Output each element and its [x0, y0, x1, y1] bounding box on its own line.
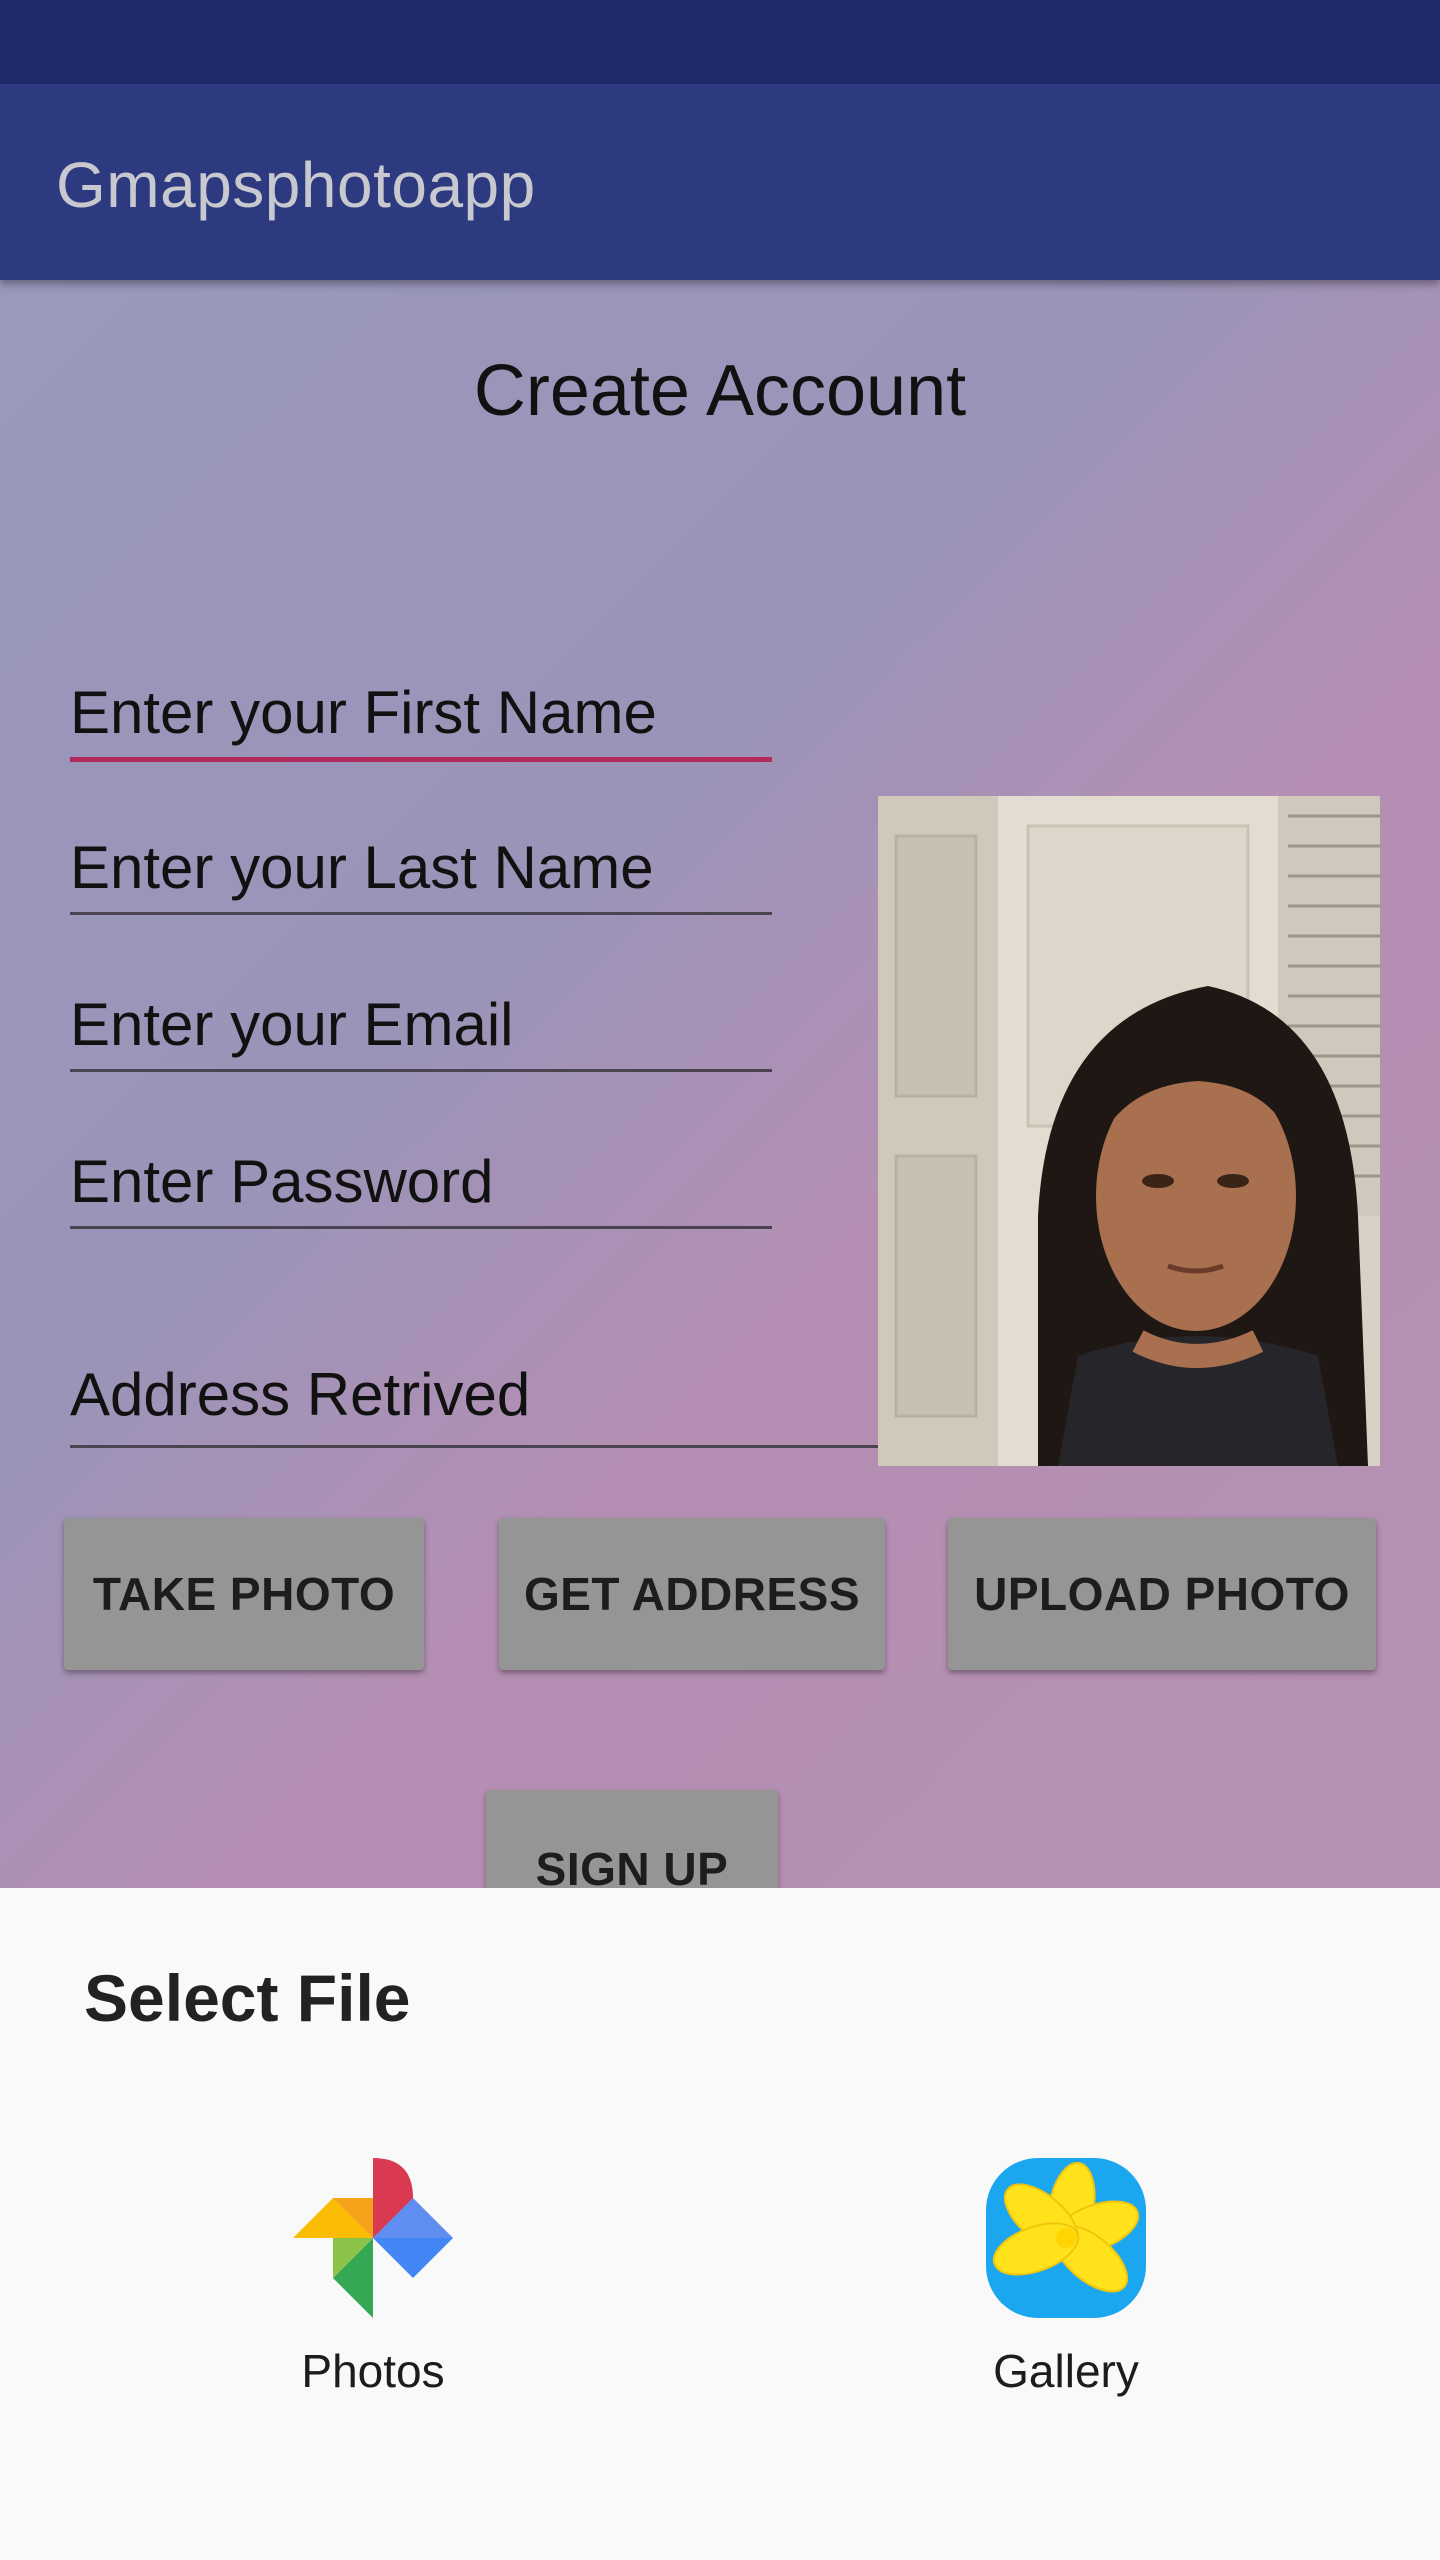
address-text: Address Retrived — [70, 1361, 531, 1428]
password-input[interactable] — [70, 1147, 772, 1216]
app-title: Gmapsphotoapp — [56, 149, 536, 221]
last-name-input[interactable] — [70, 833, 772, 902]
gallery-label: Gallery — [993, 2345, 1139, 2397]
page-title: Create Account — [473, 351, 967, 431]
email-field — [70, 979, 772, 1072]
get-address-button[interactable]: GET ADDRESS — [499, 1518, 885, 1670]
google-photos-icon — [293, 2158, 453, 2318]
sign-up-button[interactable]: SIGN UP — [486, 1790, 778, 1888]
select-file-sheet: Select File Photos Gallery — [0, 1888, 1440, 2560]
first-name-input[interactable] — [70, 678, 772, 747]
gallery-option[interactable]: Gallery — [906, 2158, 1226, 2418]
app-bar: Gmapsphotoapp — [0, 84, 1440, 280]
upload-photo-button[interactable]: UPLOAD PHOTO — [948, 1518, 1376, 1670]
first-name-field — [70, 667, 772, 762]
status-bar — [0, 0, 1440, 84]
sheet-title: Select File — [84, 1961, 411, 2035]
take-photo-button[interactable]: TAKE PHOTO — [64, 1518, 424, 1670]
password-field — [70, 1136, 772, 1229]
address-field[interactable]: Address Retrived — [70, 1305, 878, 1448]
photos-option[interactable]: Photos — [213, 2158, 533, 2418]
photos-label: Photos — [301, 2345, 445, 2397]
last-name-field — [70, 822, 772, 915]
email-input[interactable] — [70, 990, 772, 1059]
create-account-screen: Create Account Address Retrived — [0, 280, 1440, 1888]
gallery-icon — [986, 2158, 1146, 2318]
captured-photo — [878, 796, 1380, 1466]
